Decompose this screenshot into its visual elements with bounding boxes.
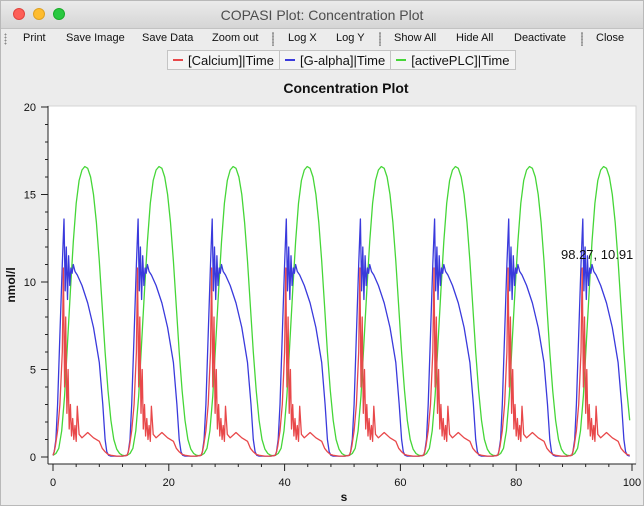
y-tick-label: 5 <box>30 365 36 377</box>
window-title: COPASI Plot: Concentration Plot <box>220 7 424 23</box>
toolbar-separator <box>272 32 274 46</box>
x-tick-label: 20 <box>163 477 175 489</box>
log-x-button[interactable]: Log X <box>288 32 317 44</box>
close-button[interactable]: Close <box>596 32 624 44</box>
y-tick-label: 0 <box>30 452 36 464</box>
deactivate-button[interactable]: Deactivate <box>514 32 566 44</box>
y-tick-label: 15 <box>24 190 36 202</box>
x-axis: 0 20 40 60 80 100 <box>48 463 641 489</box>
hide-all-button[interactable]: Hide All <box>456 32 493 44</box>
x-tick-label: 60 <box>394 477 406 489</box>
show-all-button[interactable]: Show All <box>394 32 436 44</box>
toolbar-separator <box>581 32 583 46</box>
x-tick-label: 40 <box>278 477 290 489</box>
x-tick-label: 100 <box>623 477 641 489</box>
x-axis-label: s <box>341 490 348 504</box>
y-tick-label: 10 <box>24 277 36 289</box>
toolbar: Print Save Image Save Data Zoom out Log … <box>1 29 643 49</box>
plot-window: COPASI Plot: Concentration Plot Print Sa… <box>0 0 644 506</box>
print-button[interactable]: Print <box>23 32 46 44</box>
zoom-out-button[interactable]: Zoom out <box>212 32 258 44</box>
chart-title: Concentration Plot <box>283 80 409 96</box>
x-tick-label: 80 <box>510 477 522 489</box>
log-y-button[interactable]: Log Y <box>336 32 365 44</box>
save-data-button[interactable]: Save Data <box>142 32 193 44</box>
y-axis: 0 5 10 15 20 <box>24 102 49 464</box>
plot-area: [Calcium]|Time [G-alpha]|Time [activePLC… <box>1 49 643 505</box>
y-tick-label: 20 <box>24 102 36 114</box>
cursor-coordinate-readout: 98.27, 10.91 <box>561 247 633 262</box>
save-image-button[interactable]: Save Image <box>66 32 125 44</box>
toolbar-grip-icon[interactable] <box>4 33 7 45</box>
x-tick-label: 0 <box>50 477 56 489</box>
y-axis-label: nmol/l <box>4 267 18 302</box>
concentration-chart[interactable]: Concentration Plot 0 5 10 15 20 0 20 40 60 80 100… <box>1 49 643 505</box>
title-bar[interactable]: COPASI Plot: Concentration Plot <box>1 1 643 29</box>
toolbar-separator <box>379 32 381 46</box>
